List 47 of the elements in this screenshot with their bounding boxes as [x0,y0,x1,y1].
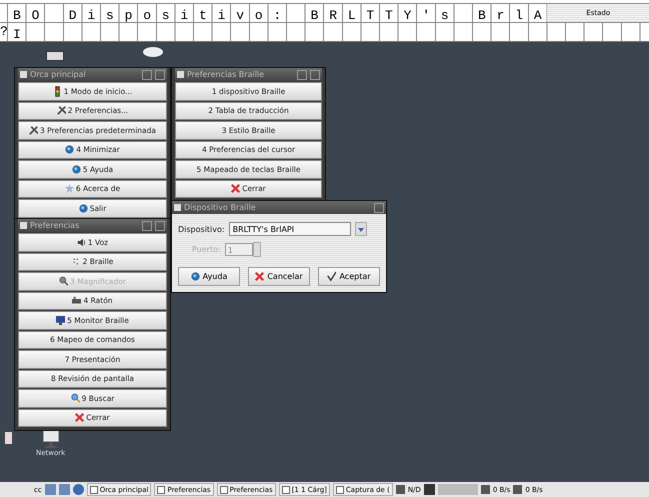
search-icon [70,392,80,404]
magnifier-icon [59,276,68,287]
drive-icon[interactable] [46,51,64,61]
field-label: Dispositivo: [178,224,225,234]
speaker-icon [76,236,86,248]
minimize-button[interactable] [142,220,152,230]
window-title: Dispositivo Braille [184,203,257,212]
globe-icon [72,164,81,175]
computer-icon[interactable] [40,429,61,449]
window-title: Preferencias [30,221,80,230]
device-dropdown[interactable]: BRLTTY's BrlAPI [228,222,351,236]
dropdown-button[interactable] [354,222,367,236]
globe-icon [65,144,74,156]
close-button[interactable] [155,220,165,230]
dialog-button[interactable]: Ayuda [178,267,240,286]
braille-cell [0,3,8,22]
globe-icon [190,271,200,282]
dialog-button[interactable]: Cancelar [248,267,310,286]
window-title: Orca principal [30,70,87,79]
cross-icon [255,271,264,282]
window-icon[interactable] [58,484,70,495]
keyboard-icon [72,295,82,306]
globe-icon [78,202,88,214]
dialog-button[interactable]: Aceptar [318,267,380,286]
cross-icon [231,183,240,194]
minimize-button[interactable] [142,70,152,80]
star-icon [64,183,74,194]
disk-icon[interactable] [143,47,163,57]
check-icon [327,271,336,282]
traffic-light-icon [52,86,62,97]
window-icon [20,222,27,229]
tray-panel [438,484,478,495]
close-button[interactable] [155,70,165,80]
globe-icon[interactable] [72,484,84,495]
minimize-button[interactable] [297,70,307,80]
close-button[interactable] [310,70,320,80]
braille-dots-icon [72,256,81,268]
window-icon [20,71,27,78]
window-title: Preferencias Braille [187,70,266,79]
window-icon [174,204,181,211]
cross-icon [75,412,84,424]
window-icon [177,71,184,78]
field-label: Puerto: [192,245,221,254]
braille-cell: ? [0,22,8,41]
close-button[interactable] [374,202,384,212]
window-icon[interactable] [44,484,56,495]
braille-text: I [12,26,32,44]
